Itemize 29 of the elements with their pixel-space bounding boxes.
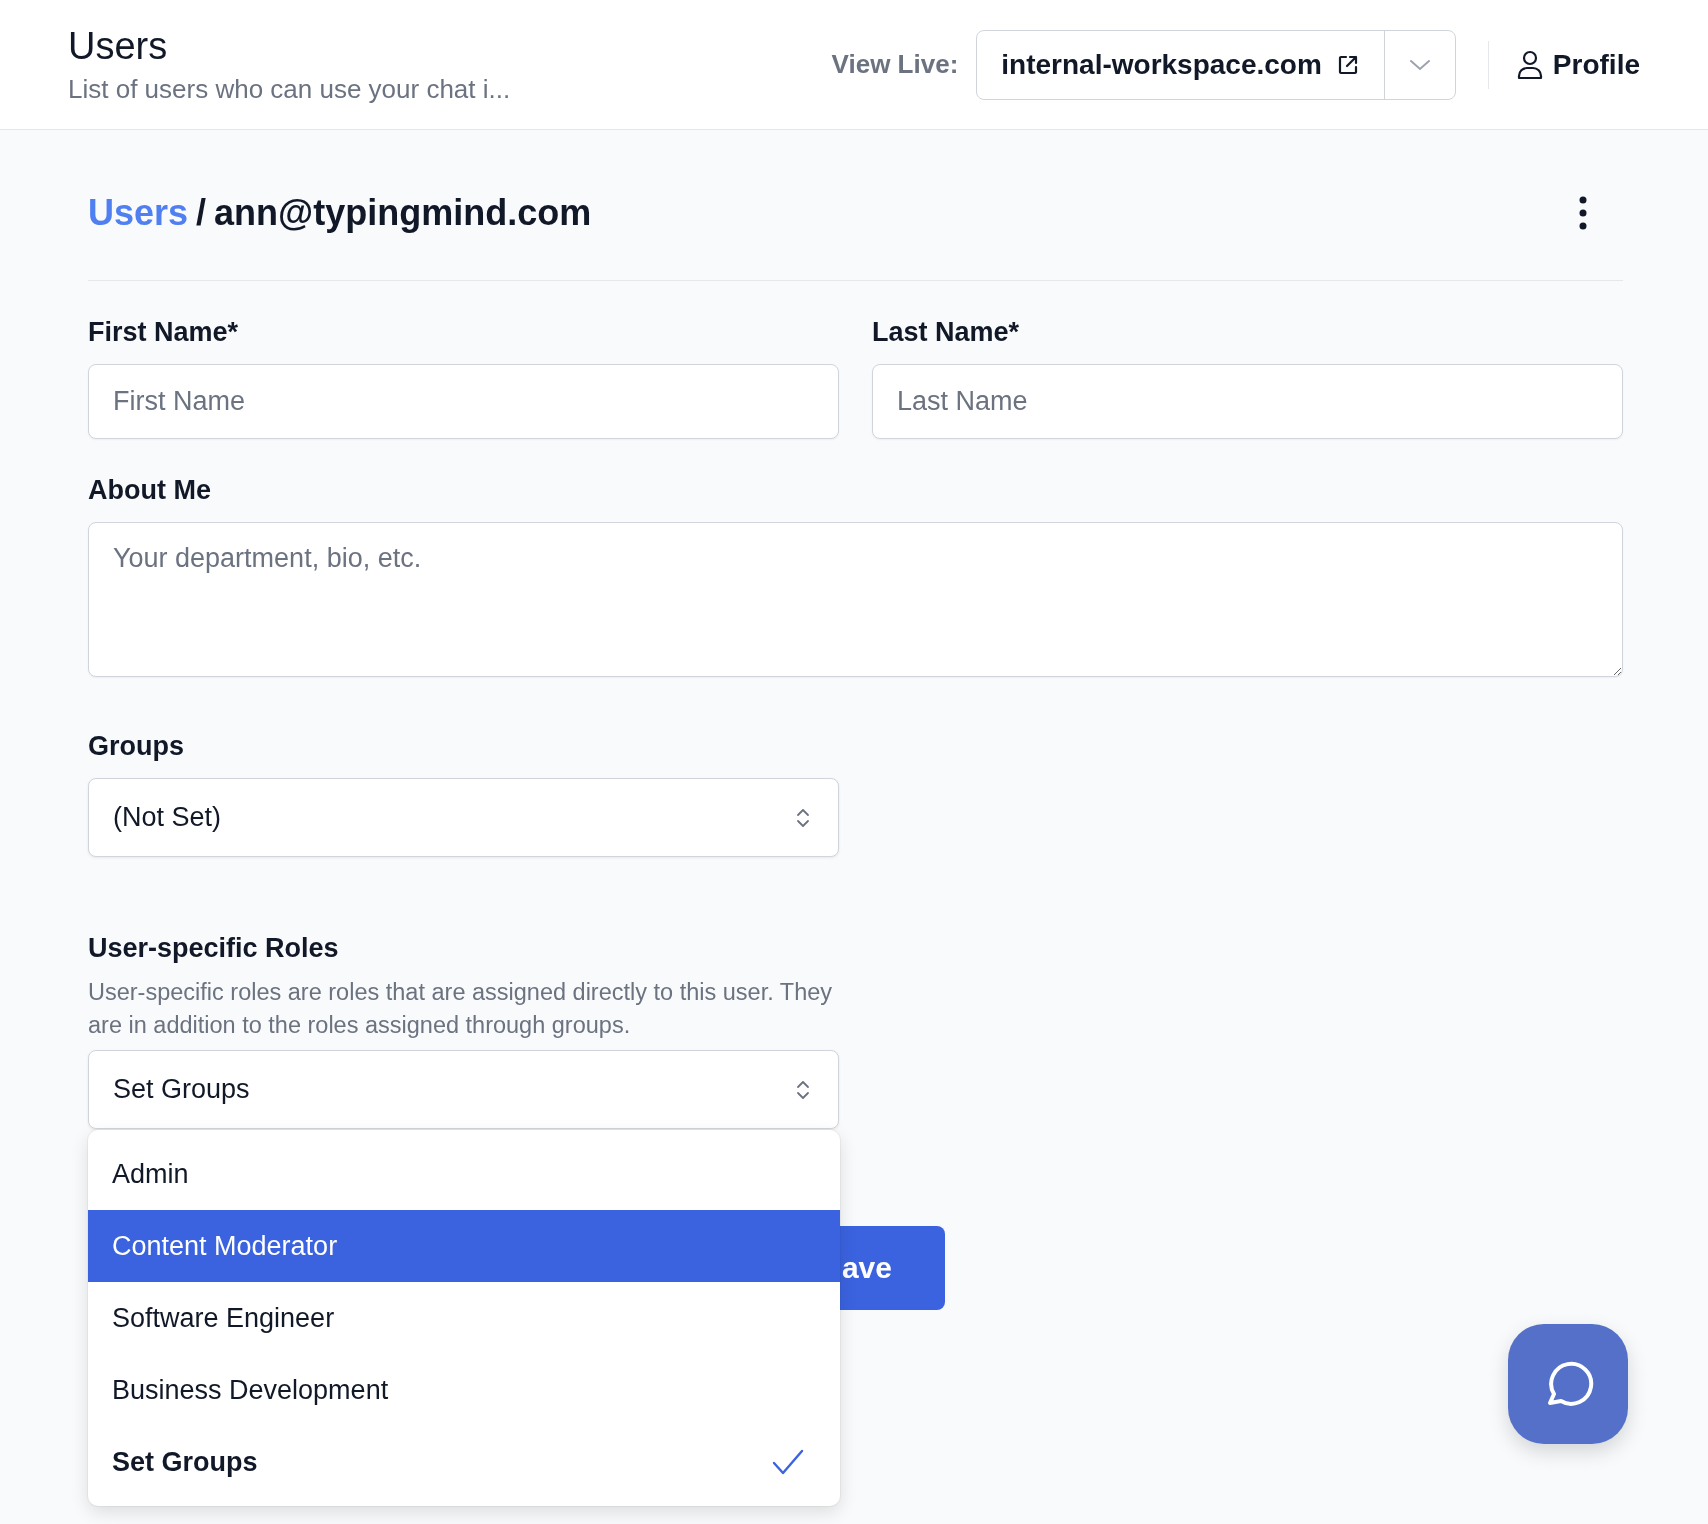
check-icon xyxy=(772,1448,804,1476)
chevron-down-icon xyxy=(1408,57,1431,72)
roles-select[interactable]: Set Groups xyxy=(88,1050,839,1129)
profile-button[interactable]: Profile xyxy=(1516,48,1640,81)
breadcrumb-current: ann@typingmind.com xyxy=(214,192,592,233)
user-icon xyxy=(1516,49,1543,80)
dropdown-option[interactable]: Admin xyxy=(88,1138,840,1210)
field-label: Groups xyxy=(88,731,185,762)
text-input-field[interactable]: First Name xyxy=(88,364,839,439)
roles-description: User-specific roles are roles that are assigned directly to this user. They are in addition to the roles assigned through groups. xyxy=(88,978,834,1040)
page-title: Users xyxy=(68,24,169,68)
page-subtitle: List of users who can use your chat i... xyxy=(68,73,512,105)
dropdown-option[interactable]: Software Engineer xyxy=(88,1282,840,1354)
chat-button[interactable] xyxy=(1508,1324,1628,1444)
groups-select[interactable]: (Not Set) xyxy=(88,778,839,857)
textarea-field[interactable]: Your department, bio, etc. xyxy=(88,522,1623,677)
field-label: Last Name* xyxy=(872,317,1021,348)
breadcrumb-link[interactable]: Users xyxy=(88,192,189,234)
dropdown-option[interactable]: Set Groups xyxy=(88,1426,840,1498)
text-input-field[interactable]: Last Name xyxy=(872,364,1623,439)
field-label: First Name* xyxy=(88,317,240,348)
field-label: About Me xyxy=(88,475,212,506)
field-label: User-specific Roles xyxy=(88,933,340,964)
dropdown-option[interactable]: Content Moderator xyxy=(88,1210,840,1282)
more-options-icon[interactable] xyxy=(1579,196,1587,230)
domain-link[interactable]: internal-workspace.com xyxy=(977,30,1385,99)
dropdown-option[interactable]: Business Development xyxy=(88,1354,840,1426)
view-live-label: View Live: xyxy=(831,49,959,80)
breadcrumb-separator: / xyxy=(196,192,207,234)
